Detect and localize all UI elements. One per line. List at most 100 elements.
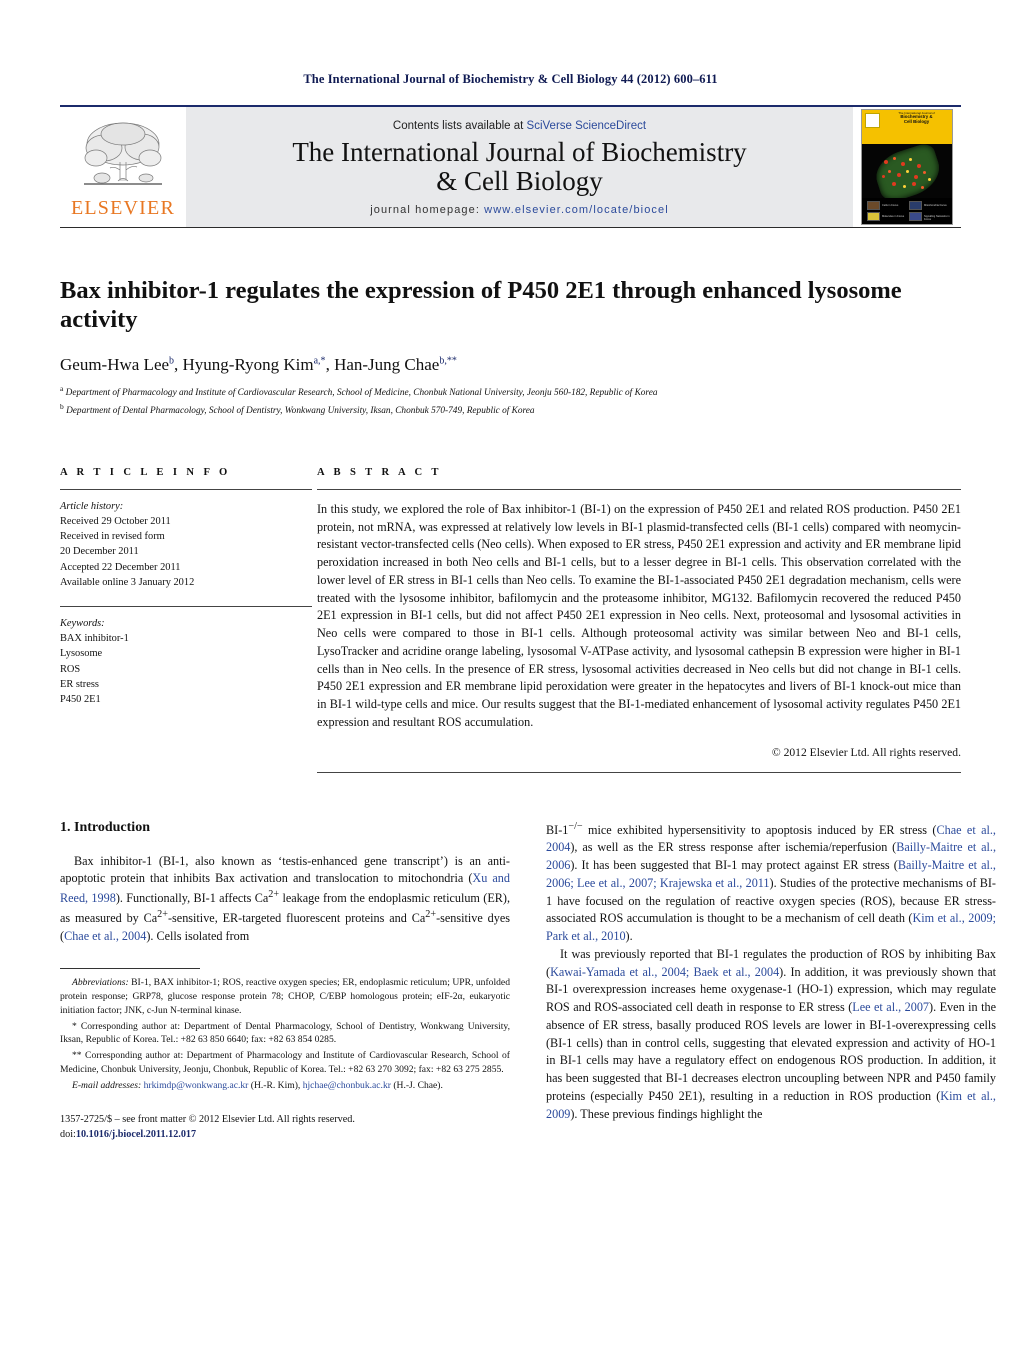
masthead-center: Contents lists available at SciVerse Sci…	[186, 107, 853, 227]
contents-list-line: Contents lists available at SciVerse Sci…	[393, 120, 646, 132]
cover-dot	[882, 175, 885, 178]
citation-link[interactable]: Chae et al., 2004	[64, 929, 146, 943]
running-head: The International Journal of Biochemistr…	[303, 72, 718, 86]
affiliation-text: Department of Pharmacology and Institute…	[65, 387, 658, 398]
cover-title-text: The International Journal of Biochemistr…	[883, 111, 950, 125]
contents-prefix: Contents lists available at	[392, 119, 527, 132]
abstract-text: In this study, we explored the role of B…	[317, 501, 961, 729]
info-abstract-row: A R T I C L E I N F O Article history: R…	[60, 467, 961, 773]
article-info-column: A R T I C L E I N F O Article history: R…	[60, 467, 312, 773]
author-name: Hyung-Ryong Kim	[182, 354, 314, 374]
email-link-chae[interactable]: hjchae@chonbuk.ac.kr	[303, 1080, 391, 1091]
footnote-abbreviations: Abbreviations: BI-1, BAX inhibitor-1; RO…	[60, 976, 510, 1017]
cover-tile	[909, 201, 922, 210]
elsevier-wordmark: ELSEVIER	[70, 197, 176, 219]
journal-title-line-2: & Cell Biology	[436, 166, 603, 196]
issn-line: 1357-2725/$ – see front matter © 2012 El…	[60, 1114, 355, 1126]
keywords-label: Keywords:	[60, 617, 105, 629]
keyword-item: Lysosome	[60, 648, 103, 660]
cover-dot	[921, 186, 924, 189]
cover-elsevier-mark	[865, 113, 880, 128]
cover-title-band: The International Journal of Biochemistr…	[862, 110, 952, 144]
author-name: Geum-Hwa Lee	[60, 354, 170, 374]
cover-dot	[888, 170, 891, 173]
author-affil-marker: a,*	[313, 355, 326, 367]
cover-tile-label: Molecules in Focus	[882, 215, 905, 218]
imprint-block: 1357-2725/$ – see front matter © 2012 El…	[60, 1113, 510, 1142]
intro-paragraph-right-2: It was previously reported that BI-1 reg…	[546, 946, 997, 1121]
abbreviations-label: Abbreviations:	[72, 977, 129, 989]
citation-link[interactable]: Lee et al., 2007	[852, 1000, 929, 1014]
footnote-divider	[60, 968, 200, 970]
author-name: Han-Jung Chae	[334, 354, 440, 374]
cover-dot	[884, 160, 888, 164]
affiliation-item: a Department of Pharmacology and Institu…	[60, 383, 961, 401]
history-item: Available online 3 January 2012	[60, 576, 195, 588]
masthead-bottom-rule	[60, 227, 961, 228]
footnote-corresponding-author-2: ** Corresponding author at: Department o…	[60, 1050, 510, 1075]
cover-cell-shape	[870, 141, 946, 205]
keywords-block: Keywords: BAX inhibitor-1 Lysosome ROS E…	[60, 607, 312, 707]
cover-tile	[909, 212, 922, 221]
cover-dot	[928, 178, 931, 181]
elsevier-logo: ELSEVIER	[60, 107, 186, 227]
intro-paragraph-left: Bax inhibitor-1 (BI-1, also known as ‘te…	[60, 853, 510, 943]
cover-dot	[893, 157, 896, 160]
cover-tile	[867, 212, 880, 221]
section-heading-introduction: 1. Introduction	[60, 819, 150, 835]
cover-dot	[917, 164, 921, 168]
article-history-label: Article history:	[60, 500, 124, 512]
doi-prefix: doi:	[60, 1128, 76, 1140]
abstract-column: A B S T R A C T In this study, we explor…	[312, 467, 961, 773]
author-affil-marker: b	[169, 355, 175, 367]
history-item: Accepted 22 December 2011	[60, 561, 181, 573]
cover-title-line-2: Cell Biology	[903, 119, 930, 125]
cover-tile	[867, 201, 880, 210]
author-list: Geum-Hwa Leeb, Hyung-Ryong Kima,*, Han-J…	[60, 354, 457, 374]
journal-cover-thumbnail[interactable]: The International Journal of Biochemistr…	[861, 109, 953, 225]
homepage-url-link[interactable]: www.elsevier.com/locate/biocel	[484, 204, 669, 216]
body-columns: 1. Introduction Bax inhibitor-1 (BI-1, a…	[60, 820, 996, 1143]
article-history-block: Article history: Received 29 October 201…	[60, 490, 312, 590]
cover-dot	[912, 182, 916, 186]
journal-homepage-line: journal homepage: www.elsevier.com/locat…	[370, 204, 669, 216]
affiliation-item: b Department of Dental Pharmacology, Sch…	[60, 401, 961, 419]
affiliation-marker: b	[60, 401, 64, 411]
cover-dot	[903, 185, 906, 188]
keyword-item: ER stress	[60, 678, 99, 690]
journal-title: The International Journal of Biochemistr…	[292, 136, 747, 196]
footnote-email-addresses: E-mail addresses: hrkimdp@wonkwang.ac.kr…	[60, 1079, 510, 1093]
keyword-item: BAX inhibitor-1	[60, 633, 129, 645]
intro-paragraph-right-1: BI-1−/− mice exhibited hypersensitivity …	[546, 820, 996, 944]
abstract-copyright: © 2012 Elsevier Ltd. All rights reserved…	[771, 745, 961, 759]
history-item: Received 29 October 2011	[60, 516, 171, 528]
body-right-column: BI-1−/− mice exhibited hypersensitivity …	[546, 820, 996, 1143]
cover-dot	[892, 182, 896, 186]
email-owner-kim: (H.-R. Kim),	[248, 1079, 303, 1091]
email-label: E-mail addresses:	[72, 1079, 142, 1091]
article-page: The International Journal of Biochemistr…	[0, 0, 1021, 1351]
author-affil-marker: b,**	[439, 355, 457, 367]
journal-cover-container: The International Journal of Biochemistr…	[853, 107, 961, 227]
journal-title-line-1: The International Journal of Biochemistr…	[292, 136, 747, 167]
doi-link[interactable]: 10.1016/j.biocel.2011.12.017	[76, 1129, 196, 1140]
cover-dot	[901, 162, 905, 166]
elsevier-tree-icon	[84, 122, 162, 185]
cover-tile-label: Cells in Focus	[882, 204, 899, 207]
email-link-kim[interactable]: hrkimdp@wonkwang.ac.kr	[144, 1080, 249, 1091]
homepage-label: journal homepage:	[370, 204, 481, 217]
cover-tile-label: Signalling Networks in Focus	[924, 215, 950, 221]
affiliation-marker: a	[60, 383, 64, 393]
affiliation-text: Department of Dental Pharmacology, Schoo…	[66, 405, 535, 416]
cover-micrograph-image	[862, 141, 952, 205]
sciencedirect-link[interactable]: SciVerse ScienceDirect	[527, 120, 647, 132]
cover-dot	[909, 158, 912, 161]
keyword-item: P450 2E1	[60, 693, 101, 705]
keyword-item: ROS	[60, 663, 81, 675]
cover-dot	[897, 173, 901, 177]
cover-tile-label: Mitochondria Focus	[924, 204, 947, 207]
abstract-bottom-rule	[317, 771, 961, 773]
citation-link[interactable]: Kawai-Yamada et al., 2004; Baek et al., …	[550, 965, 779, 979]
body-left-column: 1. Introduction Bax inhibitor-1 (BI-1, a…	[60, 820, 510, 1143]
footnote-corresponding-author-1: * Corresponding author at: Department of…	[60, 1020, 510, 1046]
